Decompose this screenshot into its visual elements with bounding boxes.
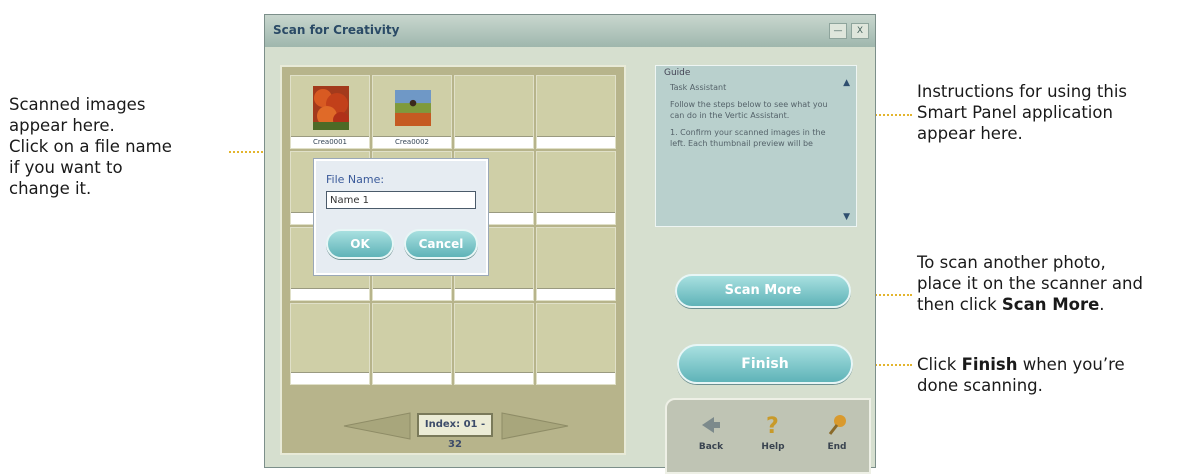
guide-paragraph: 1. Confirm your scanned images in the le… (670, 128, 826, 148)
file-name-caption[interactable] (291, 372, 369, 384)
annotation-line: To scan another photo, (917, 253, 1106, 272)
minimize-button[interactable]: — (829, 23, 847, 39)
finish-button[interactable]: Finish (677, 344, 853, 384)
file-name-caption[interactable] (291, 288, 369, 300)
thumbnail-cell[interactable] (372, 303, 452, 385)
file-name-dialog: File Name: OK Cancel (314, 159, 488, 275)
guide-title: Guide (664, 68, 691, 78)
thumbnail-grid: Crea0001 Crea0002 Index: 01 - 32 File Na… (280, 65, 626, 455)
thumbnail-flowers-image (313, 86, 349, 130)
annotation-text: . (1099, 295, 1105, 314)
thumbnail-cell[interactable] (536, 227, 616, 301)
thumbnail-cell[interactable] (290, 303, 370, 385)
file-name-caption[interactable] (537, 288, 615, 300)
annotation-line: if you want to (9, 158, 123, 177)
file-name-caption[interactable] (537, 212, 615, 224)
annotation-line: Click on a file name (9, 137, 172, 156)
guide-paragraph: Task Assistant (670, 83, 727, 92)
next-page-arrow-icon[interactable] (500, 411, 570, 441)
guide-panel: Guide ▲ Task Assistant Follow the steps … (655, 65, 857, 227)
guide-paragraph: Follow the steps below to see what you c… (670, 100, 828, 120)
app-window: Scan for Creativity — X Crea0001 Crea000… (264, 14, 876, 474)
help-button[interactable]: ? Help (753, 414, 793, 452)
title-bar: Scan for Creativity — X (265, 15, 875, 47)
annotation-scan-more: To scan another photo, place it on the s… (917, 252, 1143, 315)
file-name-label: File Name: (326, 173, 385, 186)
page-indicator: Index: 01 - 32 (417, 413, 493, 450)
help-question-icon: ? (766, 414, 779, 436)
annotation-line: Scanned images (9, 95, 146, 114)
annotation-line: Instructions for using this (917, 82, 1128, 101)
window-controls: — X (829, 23, 869, 39)
previous-page-arrow-icon[interactable] (342, 411, 412, 441)
end-pin-icon (828, 415, 846, 435)
close-button[interactable]: X (851, 23, 869, 39)
annotation-line: Click Finish when you’re (917, 354, 1125, 375)
annotation-line: appear here. (917, 124, 1023, 143)
file-name-input[interactable] (326, 191, 476, 209)
file-name-caption[interactable] (455, 136, 533, 148)
back-button[interactable]: Back (691, 414, 731, 452)
ok-button[interactable]: OK (326, 229, 394, 259)
annotation-text: Click (917, 355, 962, 374)
thumbnail-cell[interactable] (536, 75, 616, 149)
help-label: Help (761, 442, 785, 452)
thumbnail-field-image (395, 90, 431, 126)
file-name-caption[interactable]: Crea0002 (373, 136, 451, 148)
scroll-down-icon[interactable]: ▼ (843, 212, 850, 222)
annotation-text: then click (917, 295, 1002, 314)
thumbnail-cell[interactable] (454, 303, 534, 385)
cancel-button[interactable]: Cancel (404, 229, 478, 259)
file-name-caption[interactable]: Crea0001 (291, 136, 369, 148)
annotation-instructions: Instructions for using this Smart Panel … (917, 81, 1127, 144)
annotation-bold: Finish (961, 355, 1018, 374)
file-name-caption[interactable] (455, 288, 533, 300)
back-arrow-icon (702, 417, 720, 433)
thumbnail-cell[interactable] (454, 75, 534, 149)
annotation-line: done scanning. (917, 376, 1043, 395)
annotation-text: when you’re (1017, 355, 1125, 374)
file-name-caption[interactable] (455, 372, 533, 384)
thumbnail-cell[interactable]: Crea0001 (290, 75, 370, 149)
thumbnail-cell[interactable] (536, 303, 616, 385)
annotation-line: Smart Panel application (917, 103, 1113, 122)
thumbnail-cell[interactable]: Crea0002 (372, 75, 452, 149)
file-name-caption[interactable] (373, 288, 451, 300)
window-title: Scan for Creativity (273, 23, 400, 37)
end-label: End (827, 442, 847, 452)
annotation-bold: Scan More (1001, 295, 1100, 314)
back-label: Back (698, 442, 724, 452)
annotation-line: then click Scan More. (917, 294, 1143, 315)
svg-text:?: ? (766, 414, 779, 436)
scan-more-button[interactable]: Scan More (675, 274, 851, 308)
annotation-line: place it on the scanner and (917, 274, 1143, 293)
scroll-up-icon[interactable]: ▲ (843, 78, 850, 88)
annotation-finish: Click Finish when you’re done scanning. (917, 354, 1125, 396)
annotation-line: change it. (9, 179, 92, 198)
end-button[interactable]: End (817, 414, 857, 452)
guide-text: Task Assistant Follow the steps below to… (670, 82, 838, 155)
file-name-caption[interactable] (537, 372, 615, 384)
thumbnail-cell[interactable] (536, 151, 616, 225)
page-navigation: Index: 01 - 32 (342, 407, 572, 450)
file-name-caption[interactable] (537, 136, 615, 148)
file-name-caption[interactable] (373, 372, 451, 384)
bottom-toolbar: Back ? Help End (665, 398, 871, 474)
annotation-scanned-images: Scanned images appear here. Click on a f… (9, 94, 172, 199)
annotation-line: appear here. (9, 116, 115, 135)
